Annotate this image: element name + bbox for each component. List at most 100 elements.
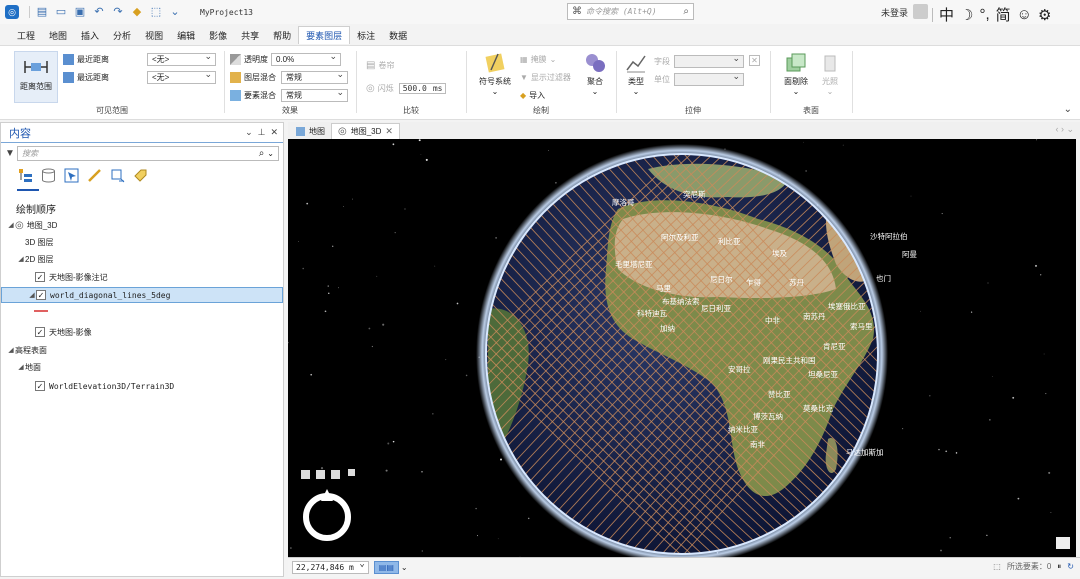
list-by-selection-icon[interactable] (63, 167, 79, 183)
sign-in-status[interactable]: 未登录 (881, 6, 908, 19)
contents-search-input[interactable]: 搜索 ⌕ ⌄ (17, 145, 279, 161)
navigator-control[interactable] (301, 469, 355, 541)
list-by-labeling-icon[interactable] (132, 167, 148, 183)
swipe-button[interactable]: ▤ 卷帘 (366, 60, 394, 71)
star (1043, 353, 1045, 355)
tab-11[interactable]: 数据 (382, 27, 414, 44)
pane-options-icon[interactable]: ⌄ (245, 127, 253, 138)
redo-icon[interactable]: ↷ (111, 5, 125, 19)
layer-visibility-checkbox[interactable]: ✓ (35, 272, 45, 282)
tab-map[interactable]: 地图 (290, 123, 331, 139)
expand-arrow-icon[interactable]: ◢ (17, 255, 25, 263)
nav-full-extent-icon[interactable] (301, 470, 310, 479)
ime-halfwidth-icon[interactable]: ☽ (960, 6, 973, 24)
feature-blend-select[interactable]: 常规 (281, 87, 348, 102)
tab-9[interactable]: 要素图层 (298, 26, 351, 44)
expand-arrow-icon[interactable]: ◢ (7, 221, 15, 229)
layer-visibility-checkbox[interactable]: ✓ (36, 290, 46, 300)
layer-visibility-checkbox[interactable]: ✓ (35, 381, 45, 391)
layer-row[interactable]: 3D 图层 (1, 234, 283, 250)
layer-visibility-checkbox[interactable]: ✓ (35, 327, 45, 337)
extrusion-type-button[interactable]: 类型 ⌄ (622, 52, 650, 96)
layer-row[interactable]: ◢ 地面 (1, 359, 283, 375)
refresh-icon[interactable]: ↻ (1067, 562, 1074, 571)
min-distance-select[interactable]: <无> (147, 51, 216, 66)
distance-range-button[interactable]: 距离范围 (14, 51, 58, 103)
layer-row[interactable]: ✓ WorldElevation3D/Terrain3D (1, 378, 283, 394)
ime-settings-gear-icon[interactable]: ⚙ (1038, 6, 1051, 24)
command-search-box[interactable]: ⌘ 命令搜索 (Alt+Q) ⌕ (567, 3, 694, 20)
layer-blend-select[interactable]: 常规 (281, 69, 348, 84)
list-by-data-source-icon[interactable] (40, 167, 56, 183)
min-distance-icon (63, 54, 74, 65)
avatar[interactable] (913, 4, 928, 19)
tab-8[interactable]: 帮助 (266, 27, 298, 44)
tab-6[interactable]: 影像 (202, 27, 234, 44)
refresh-pause-icon[interactable]: ⏸ (1057, 562, 1061, 572)
tab-1[interactable]: 地图 (42, 27, 74, 44)
list-by-snapping-icon[interactable] (109, 167, 125, 183)
tab-7[interactable]: 共享 (234, 27, 266, 44)
open-project-icon[interactable]: ▭ (54, 5, 68, 19)
layer-row[interactable]: ◢ 2D 图层 (1, 251, 283, 267)
star (421, 550, 423, 552)
compass-ring[interactable] (303, 493, 351, 541)
layer-row[interactable]: ✓ 天地图-影像注记 (1, 269, 283, 285)
import-button[interactable]: ◆ 导入 (520, 90, 545, 101)
select-tool-icon[interactable]: ⬚ (149, 5, 163, 19)
close-icon[interactable]: ✕ (270, 127, 278, 138)
ime-mode-button[interactable]: 中 (939, 4, 954, 25)
ime-simplified-button[interactable]: 简 (996, 4, 1011, 25)
tab-4[interactable]: 视图 (138, 27, 170, 44)
show-filter-button[interactable]: ▼ 显示过滤器 (520, 72, 571, 83)
tab-5[interactable]: 编辑 (170, 27, 202, 44)
pin-icon[interactable]: ⊥ (258, 127, 266, 138)
tab-scroll-arrows-icon[interactable]: ‹ › ⌄ (1055, 124, 1074, 135)
layer-row[interactable]: ✓ 天地图-影像 (1, 324, 283, 340)
expand-arrow-icon[interactable]: ◢ (7, 346, 15, 354)
close-icon[interactable]: ✕ (385, 126, 393, 137)
coordinate-system-button[interactable]: ▤▤ (373, 561, 399, 574)
ime-emoji-icon[interactable]: ☺ (1017, 6, 1032, 23)
map-3d-view[interactable]: 阿尔及利亚 利比亚 埃及 毛里塔尼亚 马里 尼日尔 乍得 苏丹 埃塞俄比亚 尼日利亚 中非 南苏丹 刚果… (288, 139, 1076, 557)
nav-next-extent-icon[interactable] (331, 470, 340, 479)
nav-previous-extent-icon[interactable] (316, 470, 325, 479)
mask-button[interactable]: ▦ 掩膜 ⌄ (520, 54, 556, 65)
chevron-down-icon[interactable]: ⌄ (401, 563, 408, 572)
tab-map-3d[interactable]: ◎ 地图_3D ✕ (331, 123, 400, 139)
save-project-icon[interactable]: ▣ (73, 5, 87, 19)
symbology-button[interactable]: 符号系统 ⌄ (474, 52, 516, 96)
tab-0[interactable]: 工程 (10, 27, 42, 44)
nav-toggle-icon[interactable] (348, 469, 355, 476)
layer-row[interactable]: ◢ ✓ world_diagonal_lines_5deg (1, 287, 283, 303)
aggregate-button[interactable]: 聚合 ⌄ (580, 52, 610, 96)
tab-3[interactable]: 分析 (106, 27, 138, 44)
expand-arrow-icon[interactable]: ◢ (28, 291, 36, 299)
expression-icon[interactable]: ✕ (749, 55, 760, 66)
tab-2[interactable]: 插入 (74, 27, 106, 44)
globe-scene[interactable]: 阿尔及利亚 利比亚埃及毛里塔尼亚马里 尼日尔 乍得 苏丹埃塞俄比亚 尼日利亚中非 南苏丹刚果… (288, 139, 1076, 557)
scale-selector[interactable]: 22,274,846 m (292, 559, 369, 574)
ime-punctuation-icon[interactable]: °, (979, 6, 989, 23)
filter-icon[interactable]: ▼ (5, 148, 17, 159)
add-data-icon[interactable]: ◆ (130, 5, 144, 19)
transparency-input[interactable]: 0.0% (271, 51, 341, 66)
layer-row[interactable]: ◢ ◎ 地图_3D (1, 217, 283, 233)
max-distance-select[interactable]: <无> (147, 69, 216, 84)
overview-toggle-icon[interactable] (1056, 537, 1070, 549)
layer-row[interactable]: ◢ 高程表面 (1, 342, 283, 358)
face-culling-button[interactable]: 面剔除 ⌄ (780, 52, 812, 96)
lighting-button[interactable]: 光照 ⌄ (816, 52, 844, 96)
layer-name: 3D 图层 (25, 237, 54, 247)
list-by-drawing-order-icon[interactable] (17, 167, 33, 183)
undo-icon[interactable]: ↶ (92, 5, 106, 19)
extrusion-unit-select[interactable] (674, 71, 744, 86)
ribbon-collapse-icon[interactable]: ⌄ (1064, 104, 1072, 115)
tab-10[interactable]: 标注 (350, 27, 382, 44)
customize-toolbar-icon[interactable]: ⌄ (168, 5, 182, 19)
extrusion-field-select[interactable] (674, 53, 744, 68)
expand-arrow-icon[interactable]: ◢ (17, 363, 25, 371)
flicker-input[interactable]: 500.0 ms (398, 83, 447, 94)
new-project-icon[interactable]: ▤ (35, 5, 49, 19)
list-by-editing-icon[interactable] (86, 167, 102, 183)
